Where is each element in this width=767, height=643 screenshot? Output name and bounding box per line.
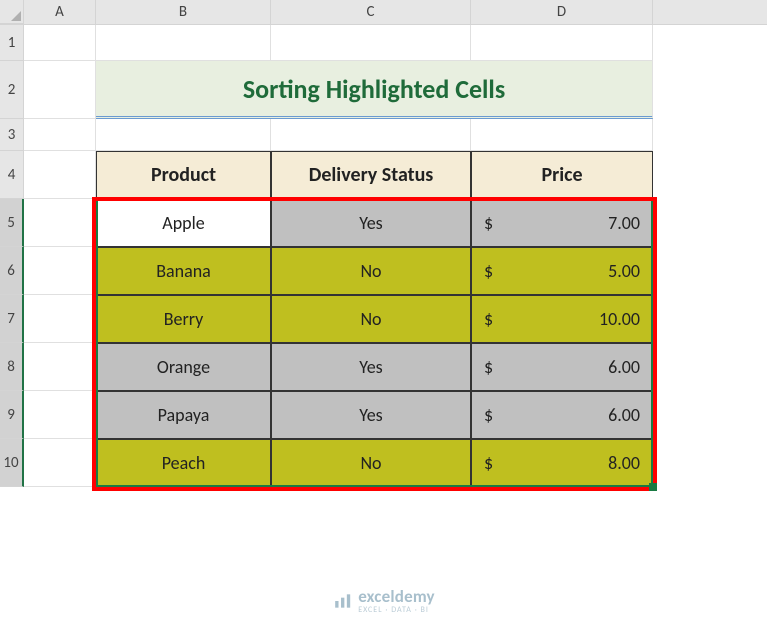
cell-price-9[interactable]: $6.00 [471, 391, 653, 439]
cell-A7[interactable] [24, 295, 96, 343]
cell-D1[interactable] [471, 25, 653, 61]
row-header-2[interactable]: 2 [0, 61, 24, 119]
cell-A3[interactable] [24, 119, 96, 151]
cell-price-7[interactable]: $10.00 [471, 295, 653, 343]
col-header-C[interactable]: C [271, 0, 471, 24]
cell-product-6[interactable]: Banana [96, 247, 271, 295]
cell-B3[interactable] [96, 119, 271, 151]
watermark: exceldemy EXCEL · DATA · BI [332, 586, 435, 615]
cell-A10[interactable] [24, 439, 96, 487]
cell-D3[interactable] [471, 119, 653, 151]
cell-status-9[interactable]: Yes [271, 391, 471, 439]
column-headers-row: A B C D [0, 0, 767, 25]
cell-status-10[interactable]: No [271, 439, 471, 487]
row-header-6[interactable]: 6 [0, 247, 24, 295]
spreadsheet: A B C D 1 2 3 4 5 6 7 8 9 10 [0, 0, 767, 487]
chart-icon [332, 591, 352, 611]
row-header-3[interactable]: 3 [0, 119, 24, 151]
row-header-4[interactable]: 4 [0, 151, 24, 199]
header-price[interactable]: Price [471, 151, 653, 199]
fill-handle[interactable] [649, 483, 657, 491]
cell-status-5[interactable]: Yes [271, 199, 471, 247]
col-header-B[interactable]: B [96, 0, 271, 24]
header-product[interactable]: Product [96, 151, 271, 199]
row-header-5[interactable]: 5 [0, 199, 24, 247]
row-header-9[interactable]: 9 [0, 391, 24, 439]
cell-price-5[interactable]: $7.00 [471, 199, 653, 247]
row-header-1[interactable]: 1 [0, 25, 24, 61]
watermark-sub: EXCEL · DATA · BI [358, 605, 435, 615]
cell-price-6[interactable]: $5.00 [471, 247, 653, 295]
row-headers: 1 2 3 4 5 6 7 8 9 10 [0, 25, 24, 487]
cell-A6[interactable] [24, 247, 96, 295]
cell-B1[interactable] [96, 25, 271, 61]
cell-product-8[interactable]: Orange [96, 343, 271, 391]
cell-product-10[interactable]: Peach [96, 439, 271, 487]
header-status[interactable]: Delivery Status [271, 151, 471, 199]
cell-A5[interactable] [24, 199, 96, 247]
watermark-brand: exceldemy [358, 586, 435, 607]
select-all-corner[interactable] [0, 0, 24, 24]
cell-product-5[interactable]: Apple [96, 199, 271, 247]
cell-product-7[interactable]: Berry [96, 295, 271, 343]
row-header-10[interactable]: 10 [0, 439, 24, 487]
col-header-D[interactable]: D [471, 0, 653, 24]
grid: Sorting Highlighted Cells Product Delive… [24, 25, 653, 487]
cell-A4[interactable] [24, 151, 96, 199]
cell-product-9[interactable]: Papaya [96, 391, 271, 439]
cell-A1[interactable] [24, 25, 96, 61]
cell-status-6[interactable]: No [271, 247, 471, 295]
row-header-7[interactable]: 7 [0, 295, 24, 343]
cell-A8[interactable] [24, 343, 96, 391]
col-header-A[interactable]: A [24, 0, 96, 24]
cell-A2[interactable] [24, 61, 96, 119]
row-header-8[interactable]: 8 [0, 343, 24, 391]
cell-C1[interactable] [271, 25, 471, 61]
cell-status-8[interactable]: Yes [271, 343, 471, 391]
cell-price-10[interactable]: $8.00 [471, 439, 653, 487]
cell-price-8[interactable]: $6.00 [471, 343, 653, 391]
cell-A9[interactable] [24, 391, 96, 439]
cell-C3[interactable] [271, 119, 471, 151]
cell-status-7[interactable]: No [271, 295, 471, 343]
title-cell[interactable]: Sorting Highlighted Cells [96, 61, 653, 119]
